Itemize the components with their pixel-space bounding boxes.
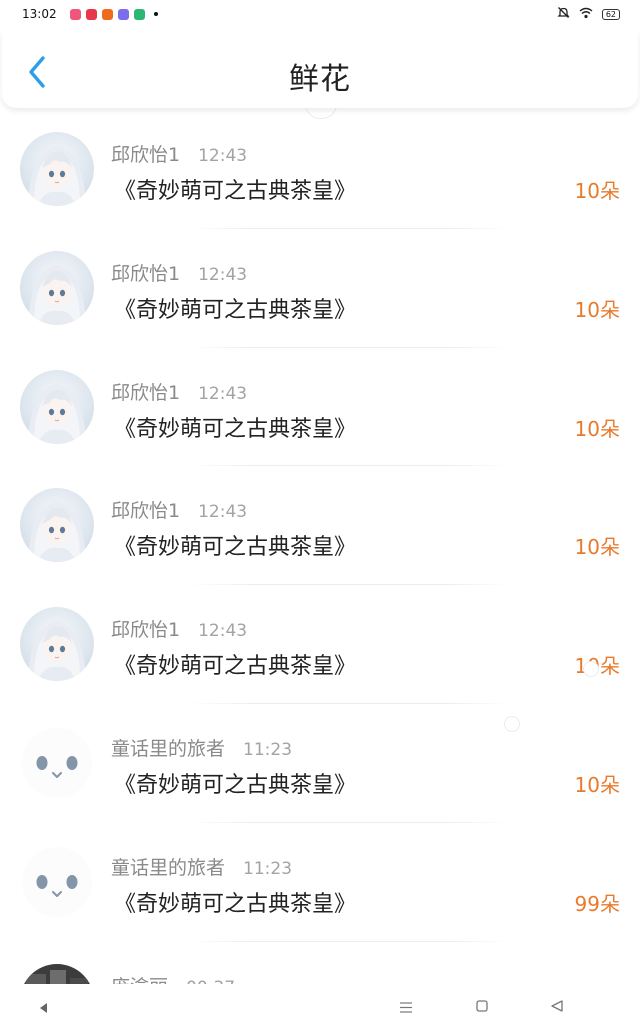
sender-name: 邱欣怡1 bbox=[111, 500, 181, 523]
avatar[interactable] bbox=[20, 607, 94, 682]
sender-info: 童话里的旅者 11:23 bbox=[111, 734, 292, 761]
avatar[interactable] bbox=[20, 725, 94, 800]
list-item[interactable]: 邱欣怡1 12:43 《奇妙萌可之古典茶皇》 10朵 bbox=[0, 229, 640, 348]
notification-dot-icon bbox=[153, 12, 158, 16]
wifi-icon bbox=[579, 7, 593, 22]
gift-title: 《奇妙萌可之古典茶皇》 bbox=[114, 179, 357, 204]
gift-title: 《奇妙萌可之古典茶皇》 bbox=[114, 535, 357, 561]
gift-title: 《奇妙萌可之古典茶皇》 bbox=[114, 772, 357, 798]
flower-count: 10朵 bbox=[574, 535, 620, 560]
sender-name: 邱欣怡1 bbox=[111, 144, 181, 166]
app-icon-5 bbox=[133, 8, 145, 20]
sender-name: 童话里的旅者 bbox=[111, 737, 226, 760]
home-square-icon[interactable] bbox=[476, 997, 488, 1016]
gift-title: 《奇妙萌可之古典茶皇》 bbox=[114, 416, 357, 442]
page-title: 鲜花 bbox=[289, 62, 351, 97]
list-item[interactable]: 庞渝丽00:37 bbox=[0, 942, 640, 984]
sender-name: 童话里的旅者 bbox=[111, 856, 226, 879]
send-time: 12:43 bbox=[198, 383, 248, 404]
sender-info: 童话里的旅者 11:23 bbox=[111, 853, 292, 880]
sender-info: 邱欣怡1 12:43 bbox=[111, 615, 247, 642]
list-item[interactable]: 邱欣怡1 12:43 《奇妙萌可之古典茶皇》 10朵 bbox=[0, 110, 640, 229]
sender-name: 邱欣怡1 bbox=[111, 619, 181, 642]
sender-name: 庞渝丽 bbox=[111, 976, 168, 984]
list-item[interactable]: 邱欣怡112:43《奇妙萌可之古典茶皇》10朵 bbox=[0, 585, 640, 704]
ghost-circle-decoration bbox=[583, 661, 599, 677]
list-item[interactable]: 邱欣怡1 12:43 《奇妙萌可之古典茶皇》 10朵 bbox=[0, 348, 640, 467]
flower-count: 99朵 bbox=[574, 891, 620, 916]
list-item[interactable]: 邱欣怡1 12:43 《奇妙萌可之古典茶皇》 10朵 bbox=[0, 466, 640, 586]
list-item[interactable]: 童话里的旅者 11:23 《奇妙萌可之古典茶皇》 10朵 bbox=[0, 704, 640, 823]
battery-indicator: 62 bbox=[601, 8, 620, 20]
avatar[interactable] bbox=[20, 844, 94, 919]
avatar[interactable] bbox=[20, 963, 94, 984]
header: 鲜花 bbox=[2, 30, 638, 108]
avatar[interactable] bbox=[20, 132, 94, 206]
avatar[interactable] bbox=[20, 369, 94, 444]
send-time: 11:23 bbox=[243, 739, 293, 760]
avatar[interactable] bbox=[20, 488, 94, 563]
menu-icon[interactable] bbox=[400, 998, 412, 1017]
flower-count: 10朵 bbox=[574, 179, 620, 203]
sender-info: 邱欣怡1 12:43 bbox=[111, 496, 247, 523]
status-bar: 13:02 62 bbox=[0, 0, 640, 28]
gift-title: 《奇妙萌可之古典茶皇》 bbox=[114, 891, 357, 917]
back-icon[interactable] bbox=[551, 997, 563, 1016]
app-icon-4 bbox=[117, 8, 129, 20]
avatar[interactable] bbox=[20, 250, 94, 325]
sender-name: 邱欣怡1 bbox=[111, 262, 181, 285]
status-time: 13:02 bbox=[22, 7, 57, 21]
gift-title: 《奇妙萌可之古典茶皇》 bbox=[114, 297, 357, 323]
send-time: 12:43 bbox=[198, 146, 248, 166]
sender-name: 邱欣怡1 bbox=[111, 381, 181, 404]
send-time: 12:43 bbox=[198, 264, 248, 285]
sender-info: 邱欣怡1 12:43 bbox=[111, 378, 247, 405]
send-time: 12:43 bbox=[198, 621, 248, 642]
gift-title: 《奇妙萌可之古典茶皇》 bbox=[114, 654, 357, 680]
app-icon-1 bbox=[69, 8, 81, 20]
mute-icon bbox=[557, 6, 570, 22]
flower-count: 10朵 bbox=[574, 772, 620, 797]
send-time: 11:23 bbox=[243, 858, 293, 879]
sender-info: 庞渝丽00:37 bbox=[111, 972, 235, 984]
ghost-circle-decoration bbox=[504, 716, 520, 732]
app-icon-3 bbox=[101, 8, 113, 20]
list-item[interactable]: 童话里的旅者 11:23 《奇妙萌可之古典茶皇》 99朵 bbox=[0, 823, 640, 942]
system-nav-bar bbox=[0, 984, 640, 1024]
send-time: 12:43 bbox=[198, 502, 248, 523]
flower-count: 10朵 bbox=[574, 297, 620, 322]
sender-info: 邱欣怡1 12:43 bbox=[111, 140, 247, 167]
flower-count: 10朵 bbox=[574, 416, 620, 441]
flower-gift-list: 邱欣怡1 12:43 《奇妙萌可之古典茶皇》 10朵 邱欣怡1 12:43 《奇妙萌可之古典… bbox=[0, 110, 640, 984]
sender-info: 邱欣怡1 12:43 bbox=[111, 259, 247, 286]
app-icon-2 bbox=[85, 8, 97, 20]
back-triangle-icon[interactable] bbox=[40, 998, 48, 1017]
